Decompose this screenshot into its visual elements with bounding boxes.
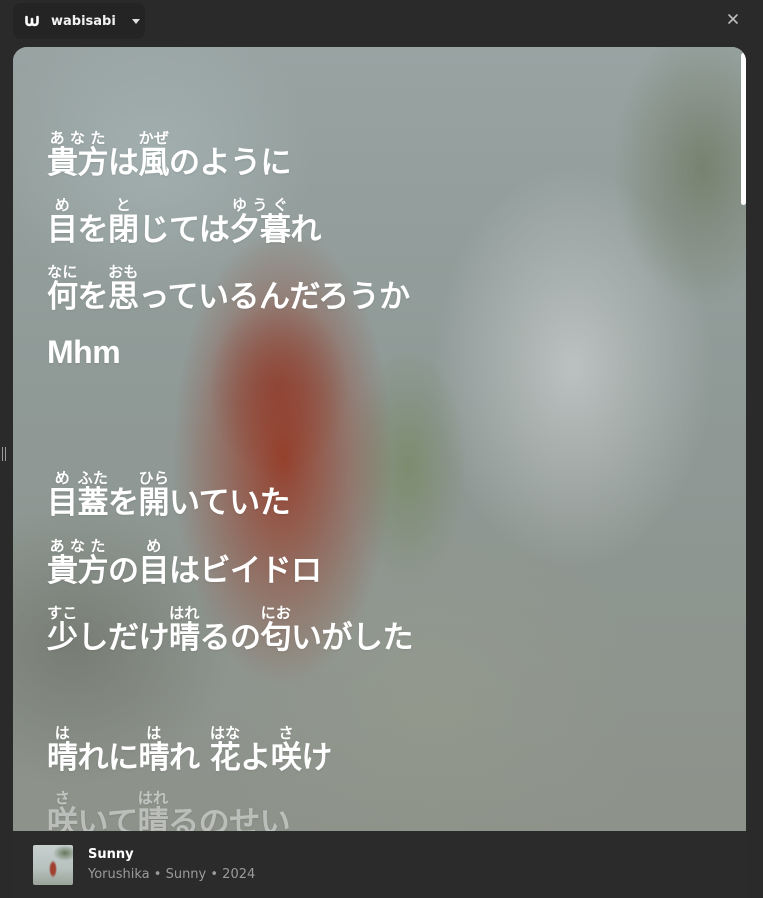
lyric-text: を (108, 485, 139, 521)
track-title: Sunny (88, 847, 134, 862)
furigana: はれ (137, 789, 169, 807)
close-button[interactable] (725, 11, 741, 27)
lyric-text: いて (77, 805, 139, 831)
lyric-word: 蓋ふた (77, 469, 109, 521)
lyric-text: のように (169, 145, 292, 181)
lyric-word: 思おも (108, 263, 139, 315)
lyric-text: はビイドロ (169, 553, 322, 589)
track-meta: Yorushika • Sunny • 2024 (88, 867, 256, 882)
lyric-text: を (77, 279, 109, 315)
lyric-text: れ (290, 212, 321, 248)
lyric-word: 貴方あなた (47, 537, 109, 589)
furigana: ふた (77, 469, 108, 487)
furigana: あなた (47, 129, 108, 147)
furigana: は (47, 724, 78, 742)
scrollbar[interactable] (741, 53, 746, 205)
app-name-label: wabisabi (51, 13, 116, 29)
chevron-down-icon (131, 18, 140, 24)
furigana: かぜ (138, 129, 169, 147)
furigana: おも (108, 263, 139, 281)
furigana: はな (209, 724, 241, 742)
furigana: は (138, 724, 169, 742)
lyric-line[interactable]: 晴はれに晴はれ 花はなよ咲さけ (47, 724, 332, 777)
lyric-word: 貴方あなた (47, 129, 109, 181)
lyric-line[interactable]: 目めを閉とじては夕暮ゆうぐれ (47, 196, 321, 249)
furigana: め (138, 537, 169, 555)
lyric-word: 開ひら (138, 469, 170, 521)
lyric-line[interactable]: Mhm (47, 334, 121, 371)
furigana: さ (47, 789, 78, 807)
lyric-text: しだけ (77, 620, 170, 656)
lyric-word: 咲さ (270, 724, 302, 776)
lyrics-panel: 貴方あなたは風かぜのように 目めを閉とじては夕暮ゆうぐれ 何なにを思おもっているんだ… (13, 47, 746, 831)
lyric-word: 晴は (47, 724, 78, 776)
lyric-text: れに (77, 740, 140, 776)
lyric-text: じては (138, 212, 230, 248)
lyric-word: 閉と (108, 196, 139, 248)
furigana: め (47, 196, 78, 214)
furigana: さ (270, 724, 302, 742)
lyric-text: を (77, 212, 109, 248)
furigana: にお (260, 604, 291, 622)
furigana: はれ (169, 604, 200, 622)
furigana: あなた (47, 537, 108, 555)
lyric-text: は (108, 145, 139, 181)
lyric-text: Mhm (47, 334, 121, 370)
app-window: wabisabi 貴方あなたは風かぜのように 目めを閉とじては夕暮ゆうぐれ 何なにを… (0, 0, 763, 898)
lyric-line[interactable]: 何なにを思おもっているんだろうか (47, 263, 410, 316)
lyric-text: るの (199, 620, 262, 656)
lyric-text: け (301, 740, 332, 776)
lyric-text: いがした (291, 620, 414, 656)
app-switcher-button[interactable]: wabisabi (13, 3, 145, 39)
lyric-line[interactable]: 貴方あなたの目めはビイドロ (47, 537, 322, 590)
furigana: すこ (47, 604, 78, 622)
lyric-text: いていた (169, 485, 291, 521)
lyric-text: れ (169, 740, 210, 776)
album-art-thumbnail (33, 845, 73, 885)
furigana: め (47, 469, 78, 487)
furigana: なに (47, 263, 78, 281)
furigana: ひら (138, 469, 169, 487)
wabisabi-logo-icon (25, 14, 39, 28)
lyric-word: 匂にお (260, 604, 292, 656)
lyric-line[interactable]: 少すこしだけ晴はれるの匂においがした (47, 604, 414, 657)
lyric-text: の (108, 553, 139, 589)
lyric-line[interactable]: 咲さいて晴はれるのせい (47, 789, 291, 831)
lyric-word: 少すこ (47, 604, 78, 656)
lyric-word: 晴はれ (137, 789, 169, 831)
lyric-word: 夕暮ゆうぐ (229, 196, 291, 248)
furigana: ゆうぐ (229, 196, 291, 214)
lyric-line[interactable]: 貴方あなたは風かぜのように (47, 129, 292, 182)
lyric-word: 目め (47, 469, 78, 521)
lyric-word: 目め (47, 196, 78, 248)
lyric-word: 風かぜ (138, 129, 170, 181)
lyric-word: 晴は (138, 724, 170, 776)
lyric-word: 咲さ (47, 789, 78, 831)
furigana: と (108, 196, 139, 214)
resize-handle[interactable] (2, 447, 8, 461)
lyric-word: 目め (138, 537, 170, 589)
lyric-text: っているんだろうか (138, 279, 411, 315)
lyric-text: るのせい (168, 805, 291, 831)
lyric-word: 花はな (209, 724, 241, 776)
lyric-word: 何なに (47, 263, 78, 315)
lyric-word: 晴はれ (169, 604, 200, 656)
lyric-text: よ (240, 740, 271, 776)
now-playing-bar[interactable]: Sunny Yorushika • Sunny • 2024 (13, 831, 746, 898)
lyric-line[interactable]: 目め蓋ふたを開ひらいていた (47, 469, 291, 522)
close-icon (728, 14, 738, 24)
